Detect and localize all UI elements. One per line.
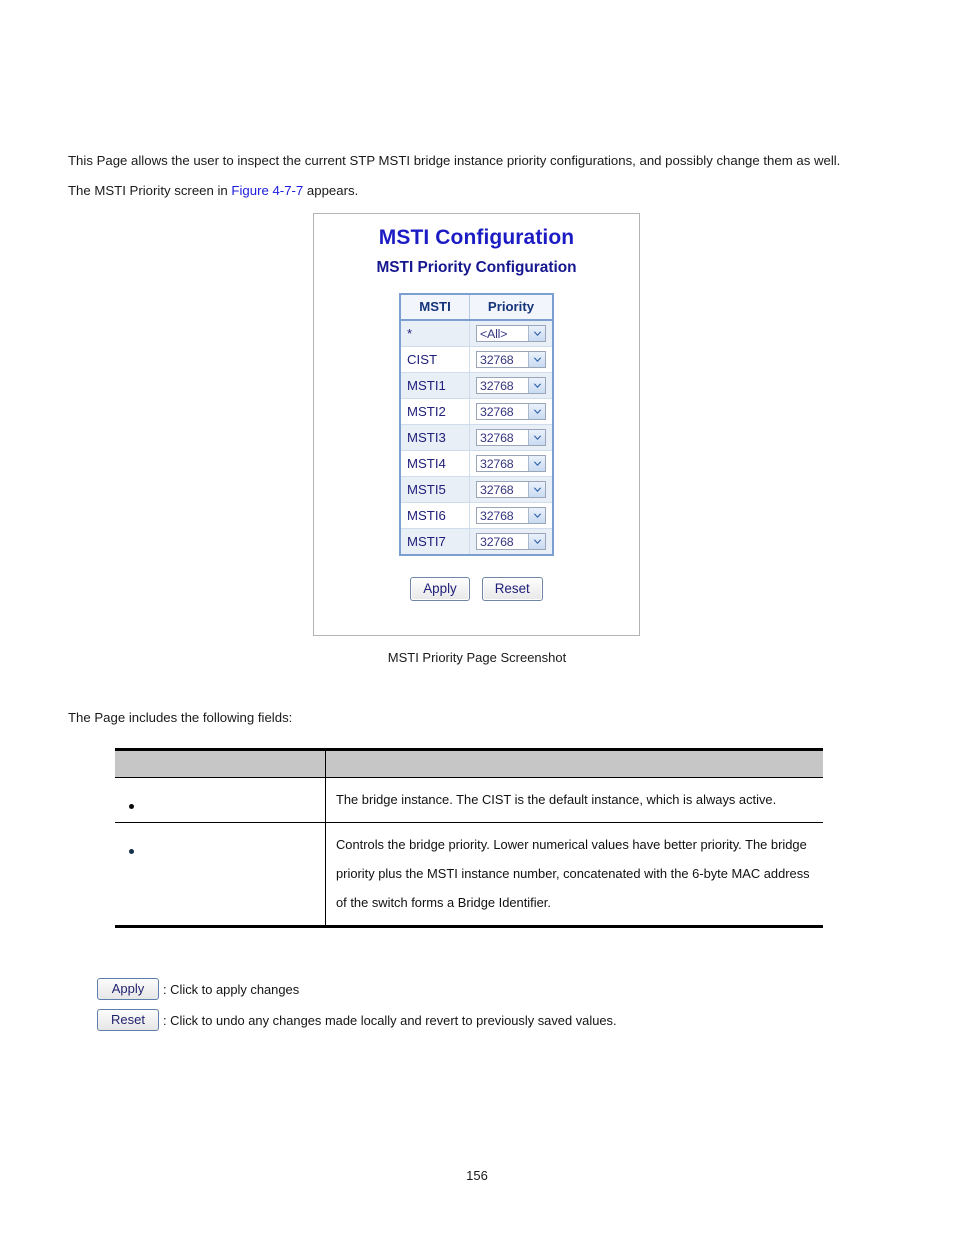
priority-select-msti6[interactable]: 32768 <box>476 507 546 524</box>
intro-line-2-suffix: appears. <box>303 183 359 198</box>
cell-msti: MSTI5 <box>400 476 470 503</box>
table-row: The bridge instance. The CIST is the def… <box>115 777 823 823</box>
cell-priority: 32768 <box>469 450 553 477</box>
priority-select-all[interactable]: <All> <box>476 325 546 342</box>
priority-select-msti7[interactable]: 32768 <box>476 533 546 550</box>
legend-row-reset: Reset : Click to undo any changes made l… <box>97 1009 897 1031</box>
cell-priority: 32768 <box>469 346 553 373</box>
button-legend: Apply : Click to apply changes Reset : C… <box>97 978 897 1040</box>
cell-msti: MSTI7 <box>400 528 470 555</box>
table-row: * <All> <box>400 320 553 347</box>
priority-select-msti2[interactable]: 32768 <box>476 403 546 420</box>
reset-button[interactable]: Reset <box>481 577 543 601</box>
column-header-msti: MSTI <box>400 294 470 321</box>
priority-select-msti5[interactable]: 32768 <box>476 481 546 498</box>
priority-select-value: 32768 <box>480 430 514 445</box>
page-number: 156 <box>466 1168 488 1183</box>
column-header-priority: Priority <box>469 294 553 321</box>
table-row: MSTI4 32768 <box>400 450 553 477</box>
table-header-row: MSTI Priority <box>400 294 553 321</box>
fields-column-header-description <box>325 748 823 778</box>
priority-select-cist[interactable]: 32768 <box>476 351 546 368</box>
priority-select-value: 32768 <box>480 378 514 393</box>
cell-msti: MSTI2 <box>400 398 470 425</box>
screenshot-action-buttons: Apply Reset <box>314 577 639 601</box>
cell-priority: 32768 <box>469 424 553 451</box>
table-row: CIST 32768 <box>400 346 553 373</box>
priority-select-value: 32768 <box>480 456 514 471</box>
chevron-down-icon[interactable] <box>528 404 545 419</box>
field-name-cell <box>115 822 326 928</box>
priority-select-value: 32768 <box>480 482 514 497</box>
bullet-icon <box>129 804 134 810</box>
apply-button-legend[interactable]: Apply <box>97 978 159 1000</box>
figure-reference-link[interactable]: Figure 4-7-7 <box>231 183 303 198</box>
chevron-down-icon[interactable] <box>528 430 545 445</box>
chevron-down-icon[interactable] <box>528 352 545 367</box>
table-row: MSTI5 32768 <box>400 476 553 503</box>
cell-priority: <All> <box>469 320 553 347</box>
field-name-cell <box>115 777 326 823</box>
document-page: This Page allows the user to inspect the… <box>0 0 954 1235</box>
cell-msti: MSTI1 <box>400 372 470 399</box>
cell-msti: * <box>400 320 470 347</box>
fields-table-header-row <box>115 748 823 778</box>
priority-select-msti4[interactable]: 32768 <box>476 455 546 472</box>
screenshot-subtitle: MSTI Priority Configuration <box>376 259 577 276</box>
cell-priority: 32768 <box>469 398 553 425</box>
cell-priority: 32768 <box>469 502 553 529</box>
priority-select-value: 32768 <box>480 508 514 523</box>
intro-line-1: This Page allows the user to inspect the… <box>68 153 841 168</box>
table-row: MSTI3 32768 <box>400 424 553 451</box>
msti-priority-table-body: * <All> CIST 32768 MSTI1 32768 MSTI2 327… <box>400 320 553 555</box>
cell-priority: 32768 <box>469 528 553 555</box>
priority-select-msti3[interactable]: 32768 <box>476 429 546 446</box>
table-row: Controls the bridge priority. Lower nume… <box>115 822 823 928</box>
fields-column-header-object <box>115 748 326 778</box>
cell-msti: CIST <box>400 346 470 373</box>
fields-intro-text: The Page includes the following fields: <box>68 710 293 725</box>
chevron-down-icon[interactable] <box>528 482 545 497</box>
field-description-cell: Controls the bridge priority. Lower nume… <box>325 822 823 928</box>
apply-button[interactable]: Apply <box>410 577 470 601</box>
fields-table-body: The bridge instance. The CIST is the def… <box>115 777 823 928</box>
legend-row-apply: Apply : Click to apply changes <box>97 978 897 1000</box>
screenshot-figure: MSTI Configuration MSTI Priority Configu… <box>313 213 640 636</box>
reset-legend-text: : Click to undo any changes made locally… <box>163 1012 617 1028</box>
cell-msti: MSTI4 <box>400 450 470 477</box>
chevron-down-icon[interactable] <box>528 534 545 549</box>
cell-msti: MSTI6 <box>400 502 470 529</box>
table-row: MSTI6 32768 <box>400 502 553 529</box>
bullet-icon <box>129 849 134 855</box>
chevron-down-icon[interactable] <box>528 378 545 393</box>
priority-select-value: 32768 <box>480 352 514 367</box>
figure-caption: MSTI Priority Page Screenshot <box>387 650 567 665</box>
apply-legend-text: : Click to apply changes <box>163 981 300 997</box>
intro-line-2-prefix: The MSTI Priority screen in <box>68 183 232 198</box>
cell-msti: MSTI3 <box>400 424 470 451</box>
table-row: MSTI7 32768 <box>400 528 553 555</box>
chevron-down-icon[interactable] <box>528 326 545 341</box>
field-description-cell: The bridge instance. The CIST is the def… <box>325 777 823 823</box>
priority-select-value: 32768 <box>480 404 514 419</box>
chevron-down-icon[interactable] <box>528 508 545 523</box>
reset-button-legend[interactable]: Reset <box>97 1009 159 1031</box>
priority-select-value: 32768 <box>480 534 514 549</box>
screenshot-title: MSTI Configuration <box>378 226 575 249</box>
chevron-down-icon[interactable] <box>528 456 545 471</box>
table-row: MSTI1 32768 <box>400 372 553 399</box>
intro-paragraphs: This Page allows the user to inspect the… <box>68 146 898 206</box>
intro-line-2: The MSTI Priority screen in Figure 4-7-7… <box>68 176 898 206</box>
cell-priority: 32768 <box>469 476 553 503</box>
priority-select-value: <All> <box>480 326 508 341</box>
cell-priority: 32768 <box>469 372 553 399</box>
table-row: MSTI2 32768 <box>400 398 553 425</box>
priority-select-msti1[interactable]: 32768 <box>476 377 546 394</box>
msti-priority-table-wrapper: MSTI Priority * <All> CIST 32768 MSTI1 3… <box>314 293 639 556</box>
fields-description-table: The bridge instance. The CIST is the def… <box>115 748 823 928</box>
msti-priority-table: MSTI Priority * <All> CIST 32768 MSTI1 3… <box>399 293 554 556</box>
